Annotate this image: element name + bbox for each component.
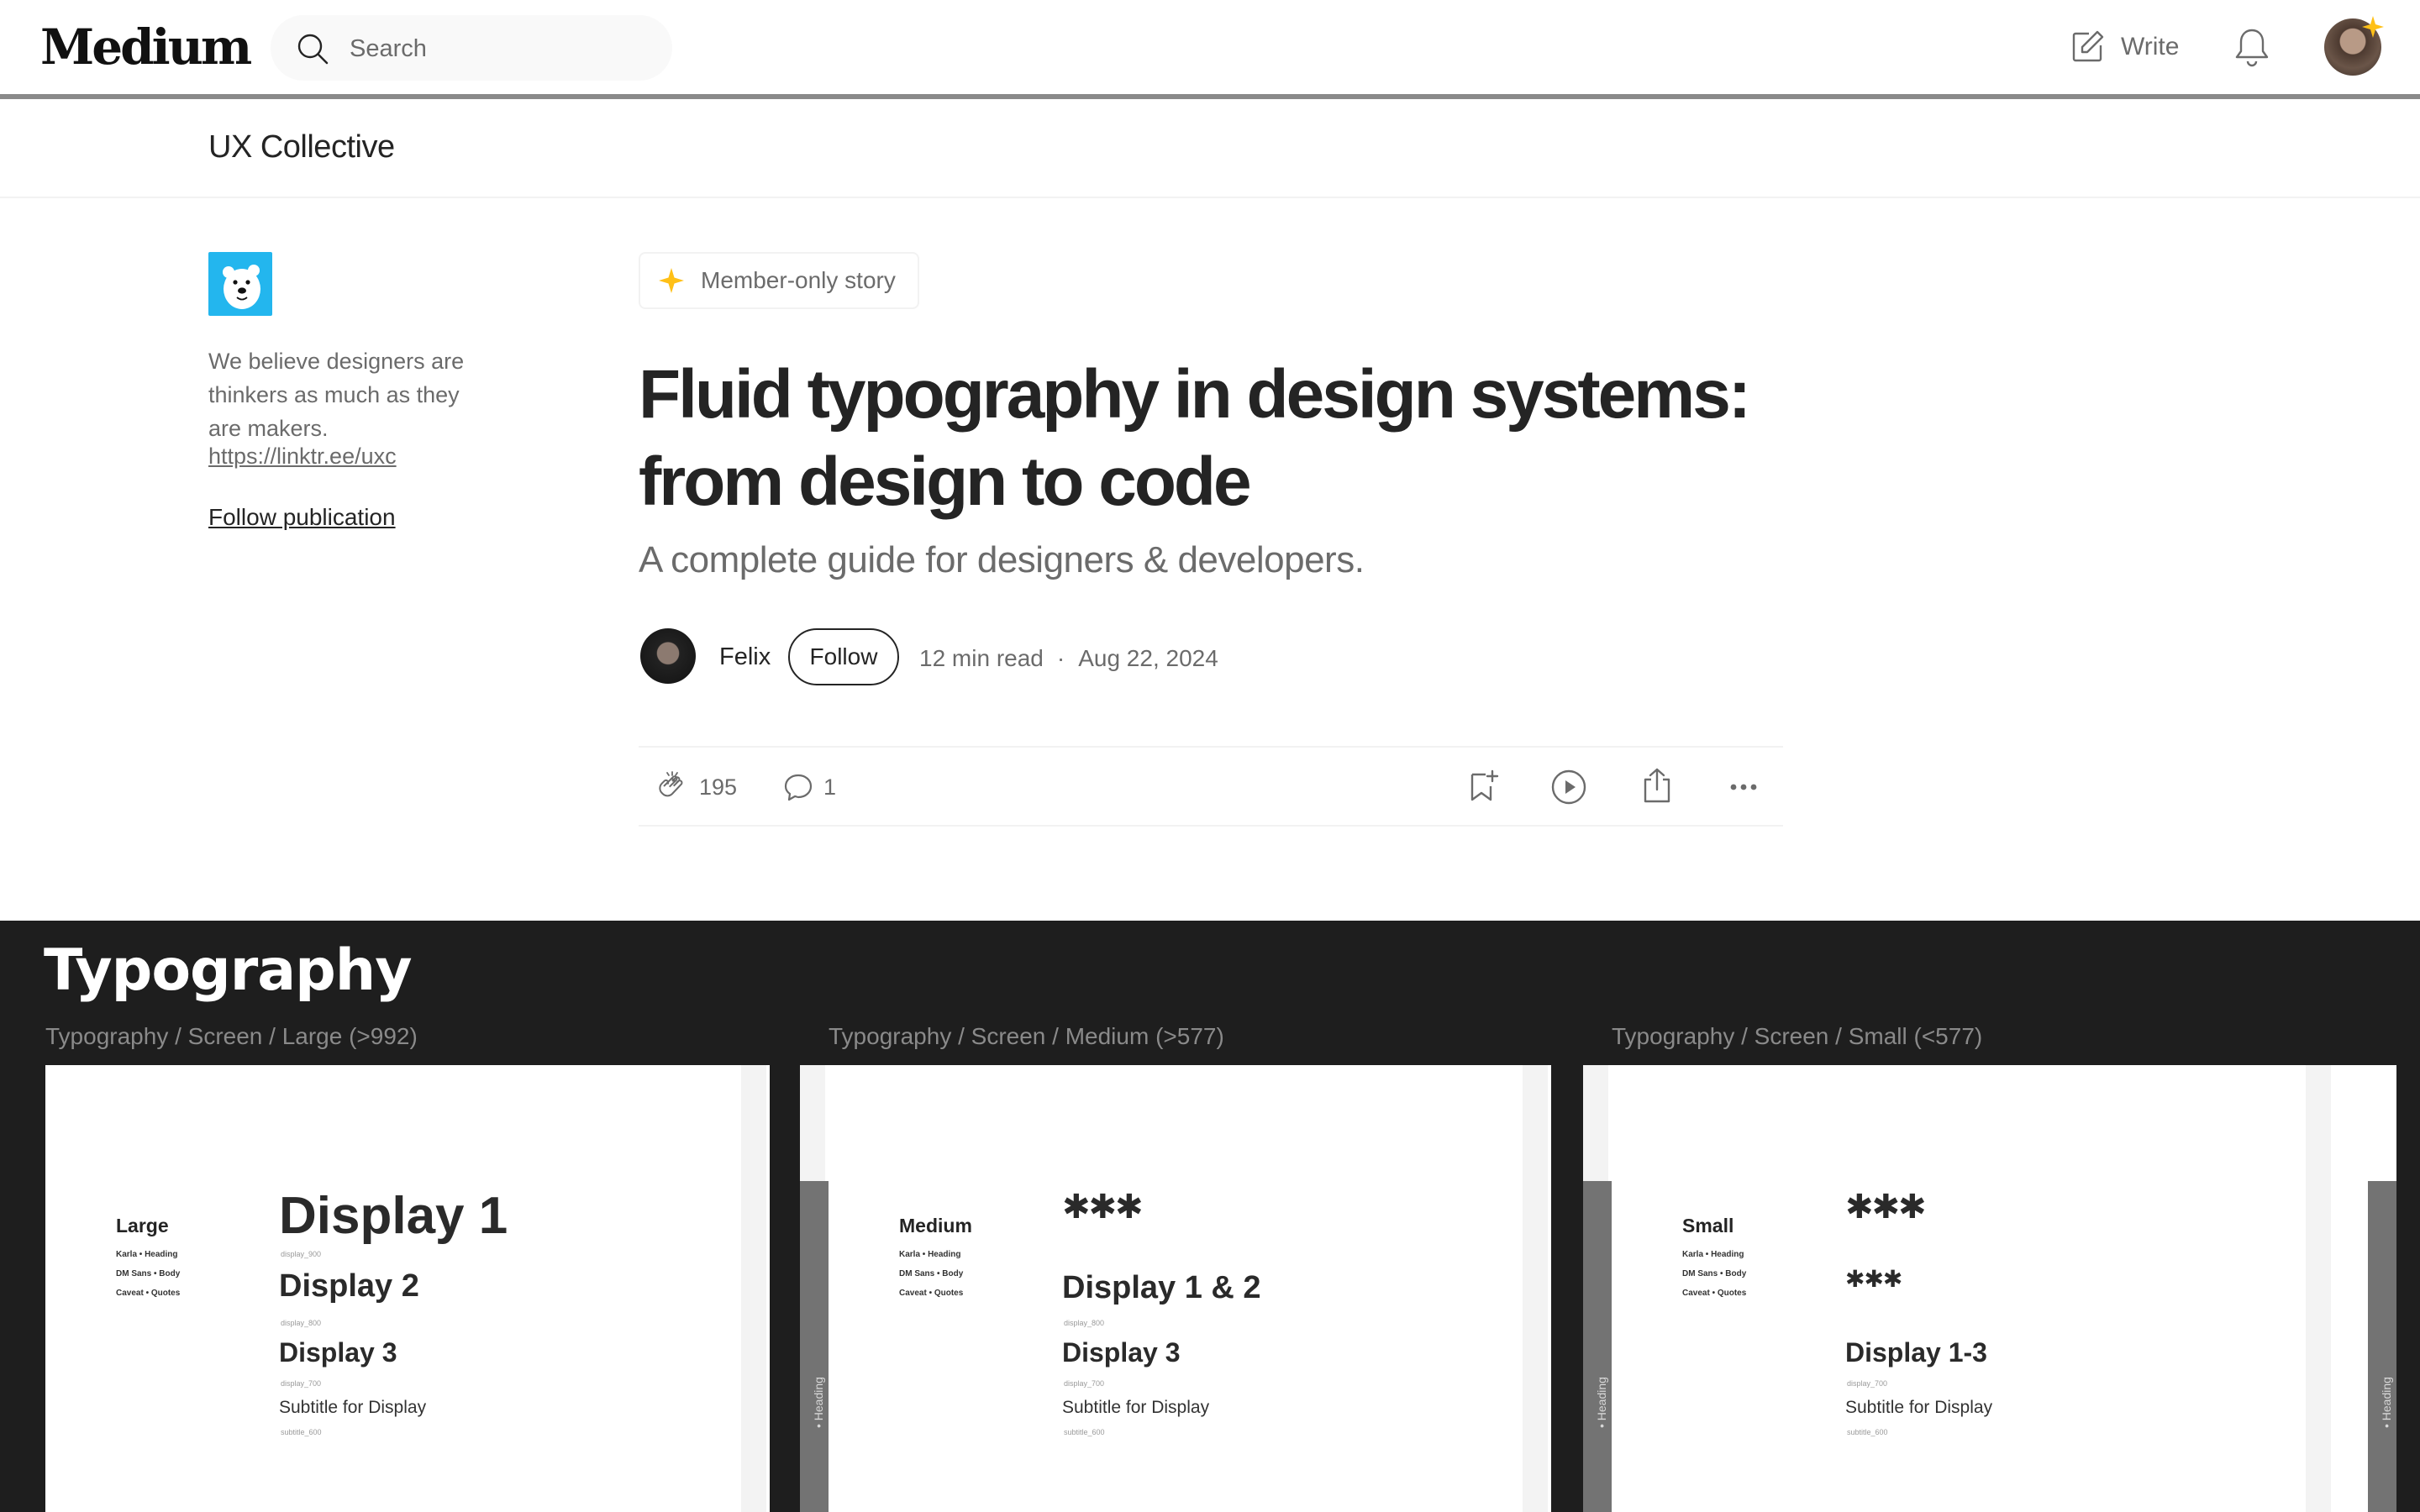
more-icon[interactable] xyxy=(1724,768,1763,806)
search-bar[interactable]: Search xyxy=(271,15,672,81)
font-line: DM Sans • Body xyxy=(899,1269,964,1278)
write-icon xyxy=(2072,30,2104,62)
font-line: Caveat • Quotes xyxy=(116,1289,181,1298)
write-button[interactable]: Write xyxy=(2069,25,2179,69)
font-line: Karla • Heading xyxy=(116,1250,178,1259)
display-token: display_700 xyxy=(1064,1379,1105,1388)
hero-image: Typography Typography / Screen / Large (… xyxy=(0,921,2420,1512)
font-line: DM Sans • Body xyxy=(1682,1269,1747,1278)
display-token: display_800 xyxy=(1064,1319,1105,1327)
font-line: Karla • Heading xyxy=(1682,1250,1744,1259)
display-token: display_700 xyxy=(1847,1379,1888,1388)
bookmark-add-icon[interactable] xyxy=(1464,768,1501,805)
publish-date: Aug 22, 2024 xyxy=(1078,645,1218,671)
frame-rail-bar xyxy=(1583,1181,1612,1512)
article-subtitle: A complete guide for designers & develop… xyxy=(639,539,1365,580)
display-sample: Display 1-3 xyxy=(1845,1337,1987,1368)
comment-icon[interactable] xyxy=(781,771,815,805)
display-sample: ✱✱✱ xyxy=(1845,1189,1927,1226)
size-name: Small xyxy=(1682,1215,1734,1236)
display-sample: ✱✱✱ xyxy=(1845,1266,1902,1292)
display-sample: Display 2 xyxy=(279,1268,419,1304)
display-token: display_800 xyxy=(281,1319,322,1327)
comment-count: 1 xyxy=(823,774,837,800)
frame-label-large: Typography / Screen / Large (>992) xyxy=(45,1023,418,1049)
bell-icon[interactable] xyxy=(2232,25,2272,69)
display-sample: ✱✱✱ xyxy=(1062,1189,1144,1226)
size-name: Medium xyxy=(899,1215,972,1236)
publication-bar: UX Collective xyxy=(0,99,2420,198)
author-avatar[interactable] xyxy=(640,628,696,684)
play-icon[interactable] xyxy=(1549,768,1588,806)
display-sample: Display 1 xyxy=(279,1187,508,1245)
read-time: 12 min read xyxy=(919,645,1044,671)
frame-rail xyxy=(741,1065,766,1512)
follow-author-button[interactable]: Follow xyxy=(788,628,899,685)
frame-rail-bar xyxy=(800,1181,829,1512)
frame-small: • Heading • Heading Small Karla • Headin… xyxy=(1583,1065,2396,1512)
follow-publication-link[interactable]: Follow publication xyxy=(208,504,396,531)
frame-medium: • Heading Medium Karla • Heading DM Sans… xyxy=(800,1065,1551,1512)
rail-label: • Heading xyxy=(812,1377,825,1428)
font-line: DM Sans • Body xyxy=(116,1269,181,1278)
publication-link[interactable]: https://linktr.ee/uxc xyxy=(208,444,397,470)
subtitle-sample: Subtitle for Display xyxy=(279,1398,427,1417)
frame-rail xyxy=(2306,1065,2331,1512)
display-sample: Display 1 & 2 xyxy=(1062,1270,1261,1305)
frame-label-small: Typography / Screen / Small (<577) xyxy=(1612,1023,1983,1049)
top-navigation: Medium Search Write xyxy=(0,0,2420,94)
frame-label-medium: Typography / Screen / Medium (>577) xyxy=(829,1023,1224,1049)
write-label: Write xyxy=(2121,33,2180,60)
star-icon xyxy=(2362,16,2384,38)
clap-icon[interactable] xyxy=(654,769,691,806)
display-token: subtitle_600 xyxy=(1064,1428,1105,1436)
display-sample: Display 3 xyxy=(1062,1337,1181,1368)
publication-description: We believe designers are thinkers as muc… xyxy=(208,349,465,441)
display-sample: Display 3 xyxy=(279,1337,397,1368)
medium-logo[interactable]: Medium xyxy=(40,18,252,76)
polar-bear-icon xyxy=(223,265,260,309)
article-meta: 12 min read · Aug 22, 2024 xyxy=(919,645,1218,672)
font-line: Karla • Heading xyxy=(899,1250,961,1259)
hero-title: Typography xyxy=(44,937,413,1004)
article-title: Fluid typography in design systems: from… xyxy=(639,356,1751,520)
subtitle-sample: Subtitle for Display xyxy=(1062,1398,1210,1417)
share-icon[interactable] xyxy=(1639,766,1676,805)
frame-rail-bar xyxy=(2368,1181,2396,1512)
author-name[interactable]: Felix xyxy=(719,643,771,671)
font-line: Caveat • Quotes xyxy=(1682,1289,1747,1298)
clap-count: 195 xyxy=(699,774,738,800)
meta-separator: · xyxy=(1056,645,1065,671)
frame-rail xyxy=(1523,1065,1548,1512)
search-icon xyxy=(297,34,329,65)
rail-label: • Heading xyxy=(2380,1377,2393,1428)
publication-name[interactable]: UX Collective xyxy=(208,129,395,165)
display-token: subtitle_600 xyxy=(1847,1428,1888,1436)
article-action-bar: 195 1 xyxy=(639,746,1783,827)
font-line: Caveat • Quotes xyxy=(899,1289,964,1298)
display-token: display_900 xyxy=(281,1250,322,1258)
publication-logo[interactable] xyxy=(208,252,272,316)
badge-label: Member-only story xyxy=(701,267,896,293)
display-token: display_700 xyxy=(281,1379,322,1388)
size-name: Large xyxy=(116,1215,169,1236)
frame-large: Large Karla • Heading DM Sans • Body Cav… xyxy=(45,1065,770,1512)
rail-label: • Heading xyxy=(1595,1377,1608,1428)
display-token: subtitle_600 xyxy=(281,1428,322,1436)
subtitle-sample: Subtitle for Display xyxy=(1845,1398,1993,1417)
search-input[interactable]: Search xyxy=(350,35,427,63)
member-only-badge: Member-only story xyxy=(639,252,919,309)
star-icon xyxy=(659,268,684,293)
